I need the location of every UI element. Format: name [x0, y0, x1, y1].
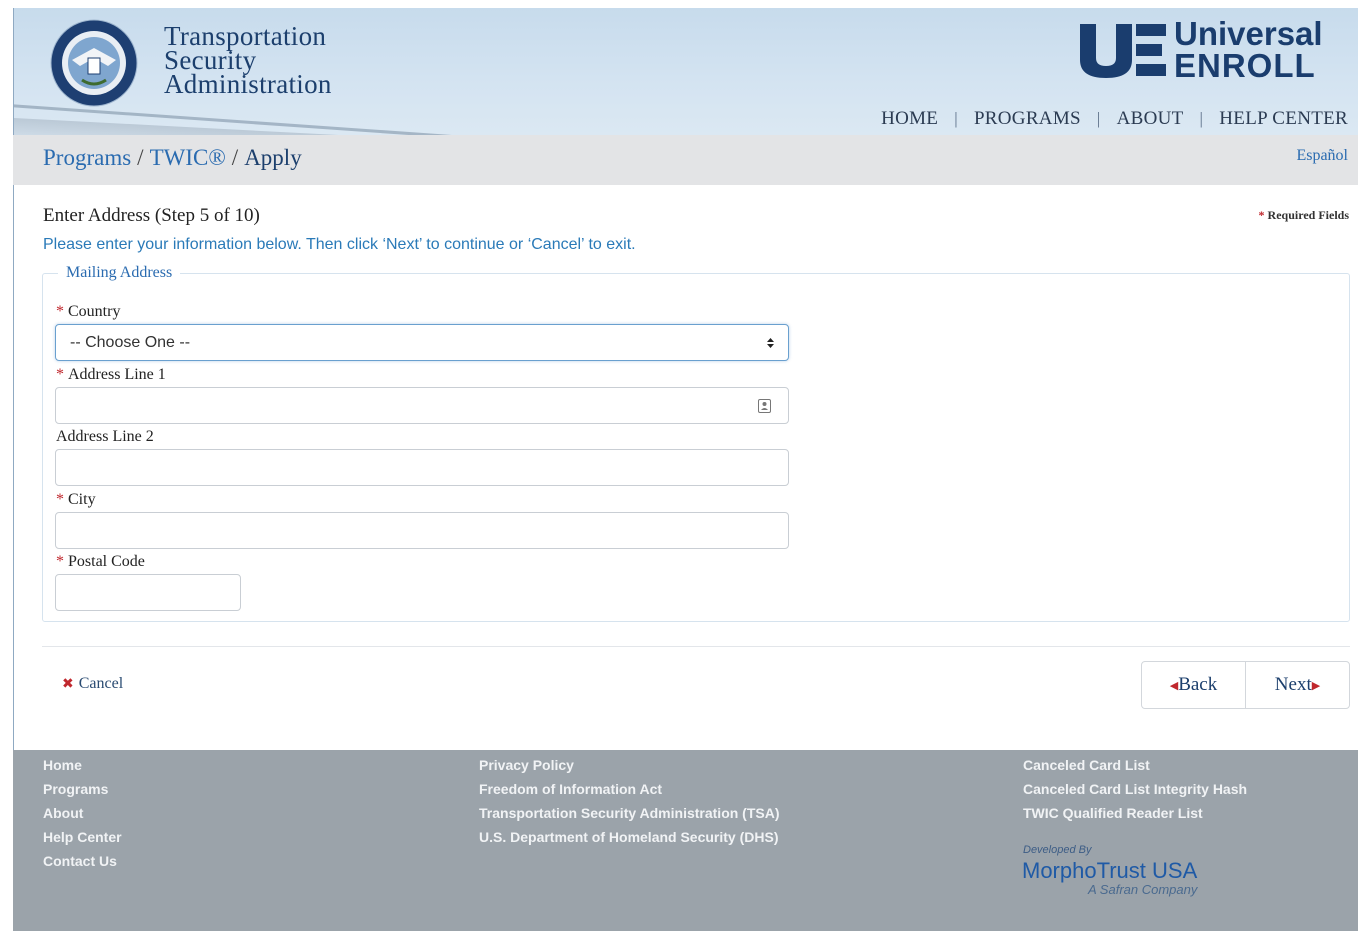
contact-autofill-icon[interactable] — [758, 399, 771, 413]
city-label: * City — [56, 491, 96, 509]
required-asterisk: * — [1258, 208, 1265, 222]
footer-qualified-reader-list-link[interactable]: TWIC Qualified Reader List — [1023, 804, 1247, 828]
step-navigation-buttons: ◀ Back Next ▶ — [1141, 661, 1350, 709]
nav-home-link[interactable]: HOME — [881, 108, 938, 130]
address-line2-input[interactable] — [55, 449, 789, 486]
footer-privacy-policy-link[interactable]: Privacy Policy — [479, 756, 780, 780]
universal-enroll-logo: Universal ENROLL — [1078, 15, 1348, 84]
cancel-label: Cancel — [78, 675, 124, 692]
footer-about-link[interactable]: About — [43, 804, 122, 828]
required-asterisk: * — [56, 553, 64, 570]
required-fields-note: * Required Fields — [1259, 208, 1349, 223]
developed-by-label: Developed By — [1023, 844, 1092, 856]
step-title: Enter Address (Step 5 of 10) — [43, 205, 260, 226]
form-divider — [42, 646, 1350, 647]
nav-about-link[interactable]: ABOUT — [1117, 108, 1184, 130]
footer-integrity-hash-link[interactable]: Canceled Card List Integrity Hash — [1023, 780, 1247, 804]
top-navigation: HOME | PROGRAMS | ABOUT | HELP CENTER — [881, 108, 1348, 130]
required-asterisk: * — [56, 491, 64, 508]
footer-column-site: Home Programs About Help Center Contact … — [43, 756, 122, 876]
nav-separator: | — [954, 109, 958, 128]
required-asterisk: * — [56, 366, 64, 383]
footer-column-twic: Canceled Card List Canceled Card List In… — [1023, 756, 1247, 828]
back-label: Back — [1178, 674, 1218, 695]
breadcrumb-bar: Programs / TWIC® / Apply Español — [13, 135, 1358, 185]
site-footer: Home Programs About Help Center Contact … — [13, 750, 1358, 931]
fieldset-legend: Mailing Address — [58, 264, 181, 282]
select-arrows-icon — [767, 338, 774, 348]
breadcrumb-separator: / — [137, 145, 144, 170]
address-line2-label-text: Address Line 2 — [56, 428, 154, 445]
required-asterisk: * — [56, 303, 64, 320]
footer-programs-link[interactable]: Programs — [43, 780, 122, 804]
nav-help-center-link[interactable]: HELP CENTER — [1219, 108, 1348, 130]
footer-column-policy: Privacy Policy Freedom of Information Ac… — [479, 756, 780, 852]
dhs-seal-logo — [50, 19, 138, 107]
site-header: Transportation Security Administration U… — [13, 8, 1358, 135]
agency-name-line: Administration — [164, 69, 332, 99]
postal-code-label: * Postal Code — [56, 553, 145, 571]
city-label-text: City — [68, 491, 96, 508]
breadcrumb: Programs / TWIC® / Apply — [43, 145, 302, 171]
breadcrumb-twic-link[interactable]: TWIC® — [150, 145, 226, 170]
breadcrumb-separator: / — [231, 145, 239, 170]
developer-logo[interactable]: MorphoTrust USA — [1022, 858, 1197, 884]
footer-canceled-card-list-link[interactable]: Canceled Card List — [1023, 756, 1247, 780]
cancel-button[interactable]: ✖ Cancel — [62, 675, 123, 693]
city-input[interactable] — [55, 512, 789, 549]
address-line1-label-text: Address Line 1 — [68, 366, 166, 383]
footer-tsa-link[interactable]: Transportation Security Administration (… — [479, 804, 780, 828]
country-select-value: -- Choose One -- — [70, 333, 191, 351]
address-line1-input[interactable] — [55, 387, 789, 424]
nav-separator: | — [1199, 109, 1204, 128]
caret-left-icon: ◀ — [1169, 678, 1179, 692]
footer-help-center-link[interactable]: Help Center — [43, 828, 122, 852]
footer-dhs-link[interactable]: U.S. Department of Homeland Security (DH… — [479, 828, 780, 852]
required-fields-text: Required Fields — [1267, 208, 1349, 222]
close-icon: ✖ — [62, 676, 74, 692]
ue-mark-icon — [1080, 24, 1166, 78]
breadcrumb-current: Apply — [244, 145, 302, 170]
country-label-text: Country — [68, 303, 121, 320]
form-instructions: Please enter your information below. The… — [43, 236, 636, 253]
brand-line1: Universal — [1174, 15, 1323, 52]
nav-programs-link[interactable]: PROGRAMS — [974, 108, 1081, 130]
address-line2-label: Address Line 2 — [56, 428, 154, 446]
back-button[interactable]: ◀ Back — [1142, 662, 1246, 708]
next-button[interactable]: Next ▶ — [1246, 662, 1349, 708]
address-line1-label: * Address Line 1 — [56, 366, 166, 384]
postal-code-input[interactable] — [55, 574, 241, 611]
caret-right-icon: ▶ — [1311, 678, 1321, 692]
brand-name: Universal ENROLL — [1174, 15, 1323, 84]
breadcrumb-programs-link[interactable]: Programs — [43, 145, 131, 170]
country-select[interactable]: -- Choose One -- — [55, 324, 789, 361]
footer-contact-us-link[interactable]: Contact Us — [43, 852, 122, 876]
page-left-border — [13, 185, 14, 750]
agency-name: Transportation Security Administration — [164, 23, 332, 99]
footer-home-link[interactable]: Home — [43, 756, 122, 780]
next-label: Next — [1274, 674, 1312, 695]
country-label: * Country — [56, 303, 120, 321]
brand-line2: ENROLL — [1174, 47, 1316, 84]
nav-separator: | — [1096, 109, 1101, 128]
language-espanol-link[interactable]: Español — [1296, 147, 1348, 165]
postal-code-label-text: Postal Code — [68, 553, 145, 570]
footer-foia-link[interactable]: Freedom of Information Act — [479, 780, 780, 804]
developer-tagline: A Safran Company — [1088, 882, 1198, 897]
